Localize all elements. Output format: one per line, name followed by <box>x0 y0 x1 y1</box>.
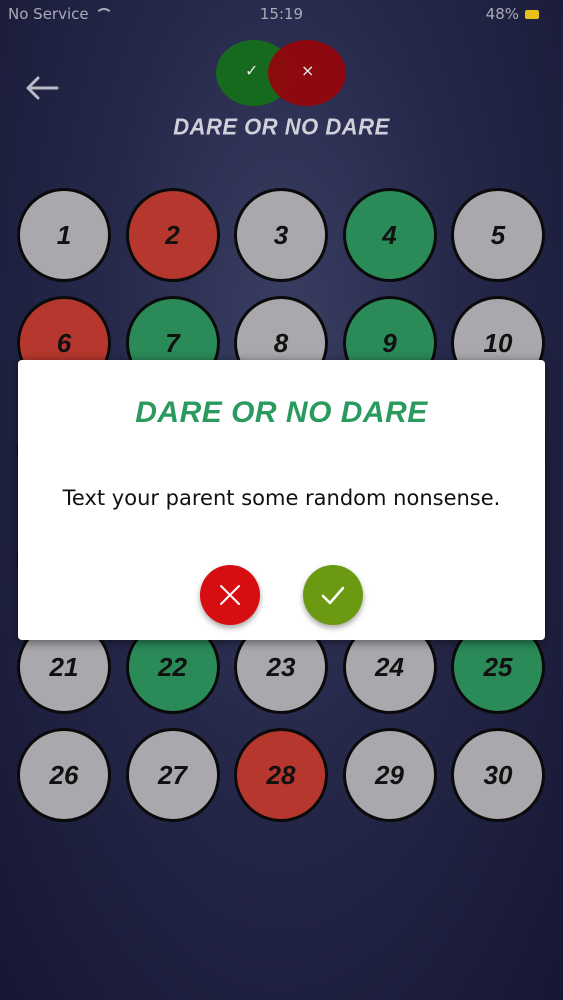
status-right: 48% <box>486 5 539 23</box>
number-cell-29[interactable]: 29 <box>342 728 437 822</box>
decline-button[interactable] <box>200 565 260 625</box>
check-icon: ✓ <box>245 61 259 80</box>
app-logo: ✓ × <box>216 40 348 106</box>
accept-button[interactable] <box>303 565 363 625</box>
status-bar: No Service 15:19 48% <box>0 0 563 30</box>
number-cell-26[interactable]: 26 <box>17 728 111 822</box>
number-cell-5[interactable]: 5 <box>451 188 545 282</box>
number-cell-27[interactable]: 27 <box>125 728 220 822</box>
number-cell-3[interactable]: 3 <box>234 188 328 282</box>
check-icon <box>321 586 345 605</box>
modal-title: DARE OR NO DARE <box>135 396 428 429</box>
app-title: DARE OR NO DARE <box>173 113 390 140</box>
status-time: 15:19 <box>259 5 304 23</box>
back-button[interactable] <box>25 75 59 101</box>
dare-modal: DARE OR NO DARE Text your parent some ra… <box>18 360 545 640</box>
number-cell-30[interactable]: 30 <box>451 728 545 822</box>
number-cell-4[interactable]: 4 <box>342 188 437 282</box>
battery-percent: 48% <box>485 5 519 23</box>
number-cell-1[interactable]: 1 <box>17 188 111 282</box>
arrow-left-icon <box>26 76 59 100</box>
battery-icon <box>525 9 539 19</box>
modal-dare-text: Text your parent some random nonsense. <box>62 486 501 510</box>
close-icon <box>220 585 240 605</box>
number-cell-28[interactable]: 28 <box>234 728 328 822</box>
close-icon: × <box>301 61 315 80</box>
number-cell-2[interactable]: 2 <box>125 188 220 282</box>
